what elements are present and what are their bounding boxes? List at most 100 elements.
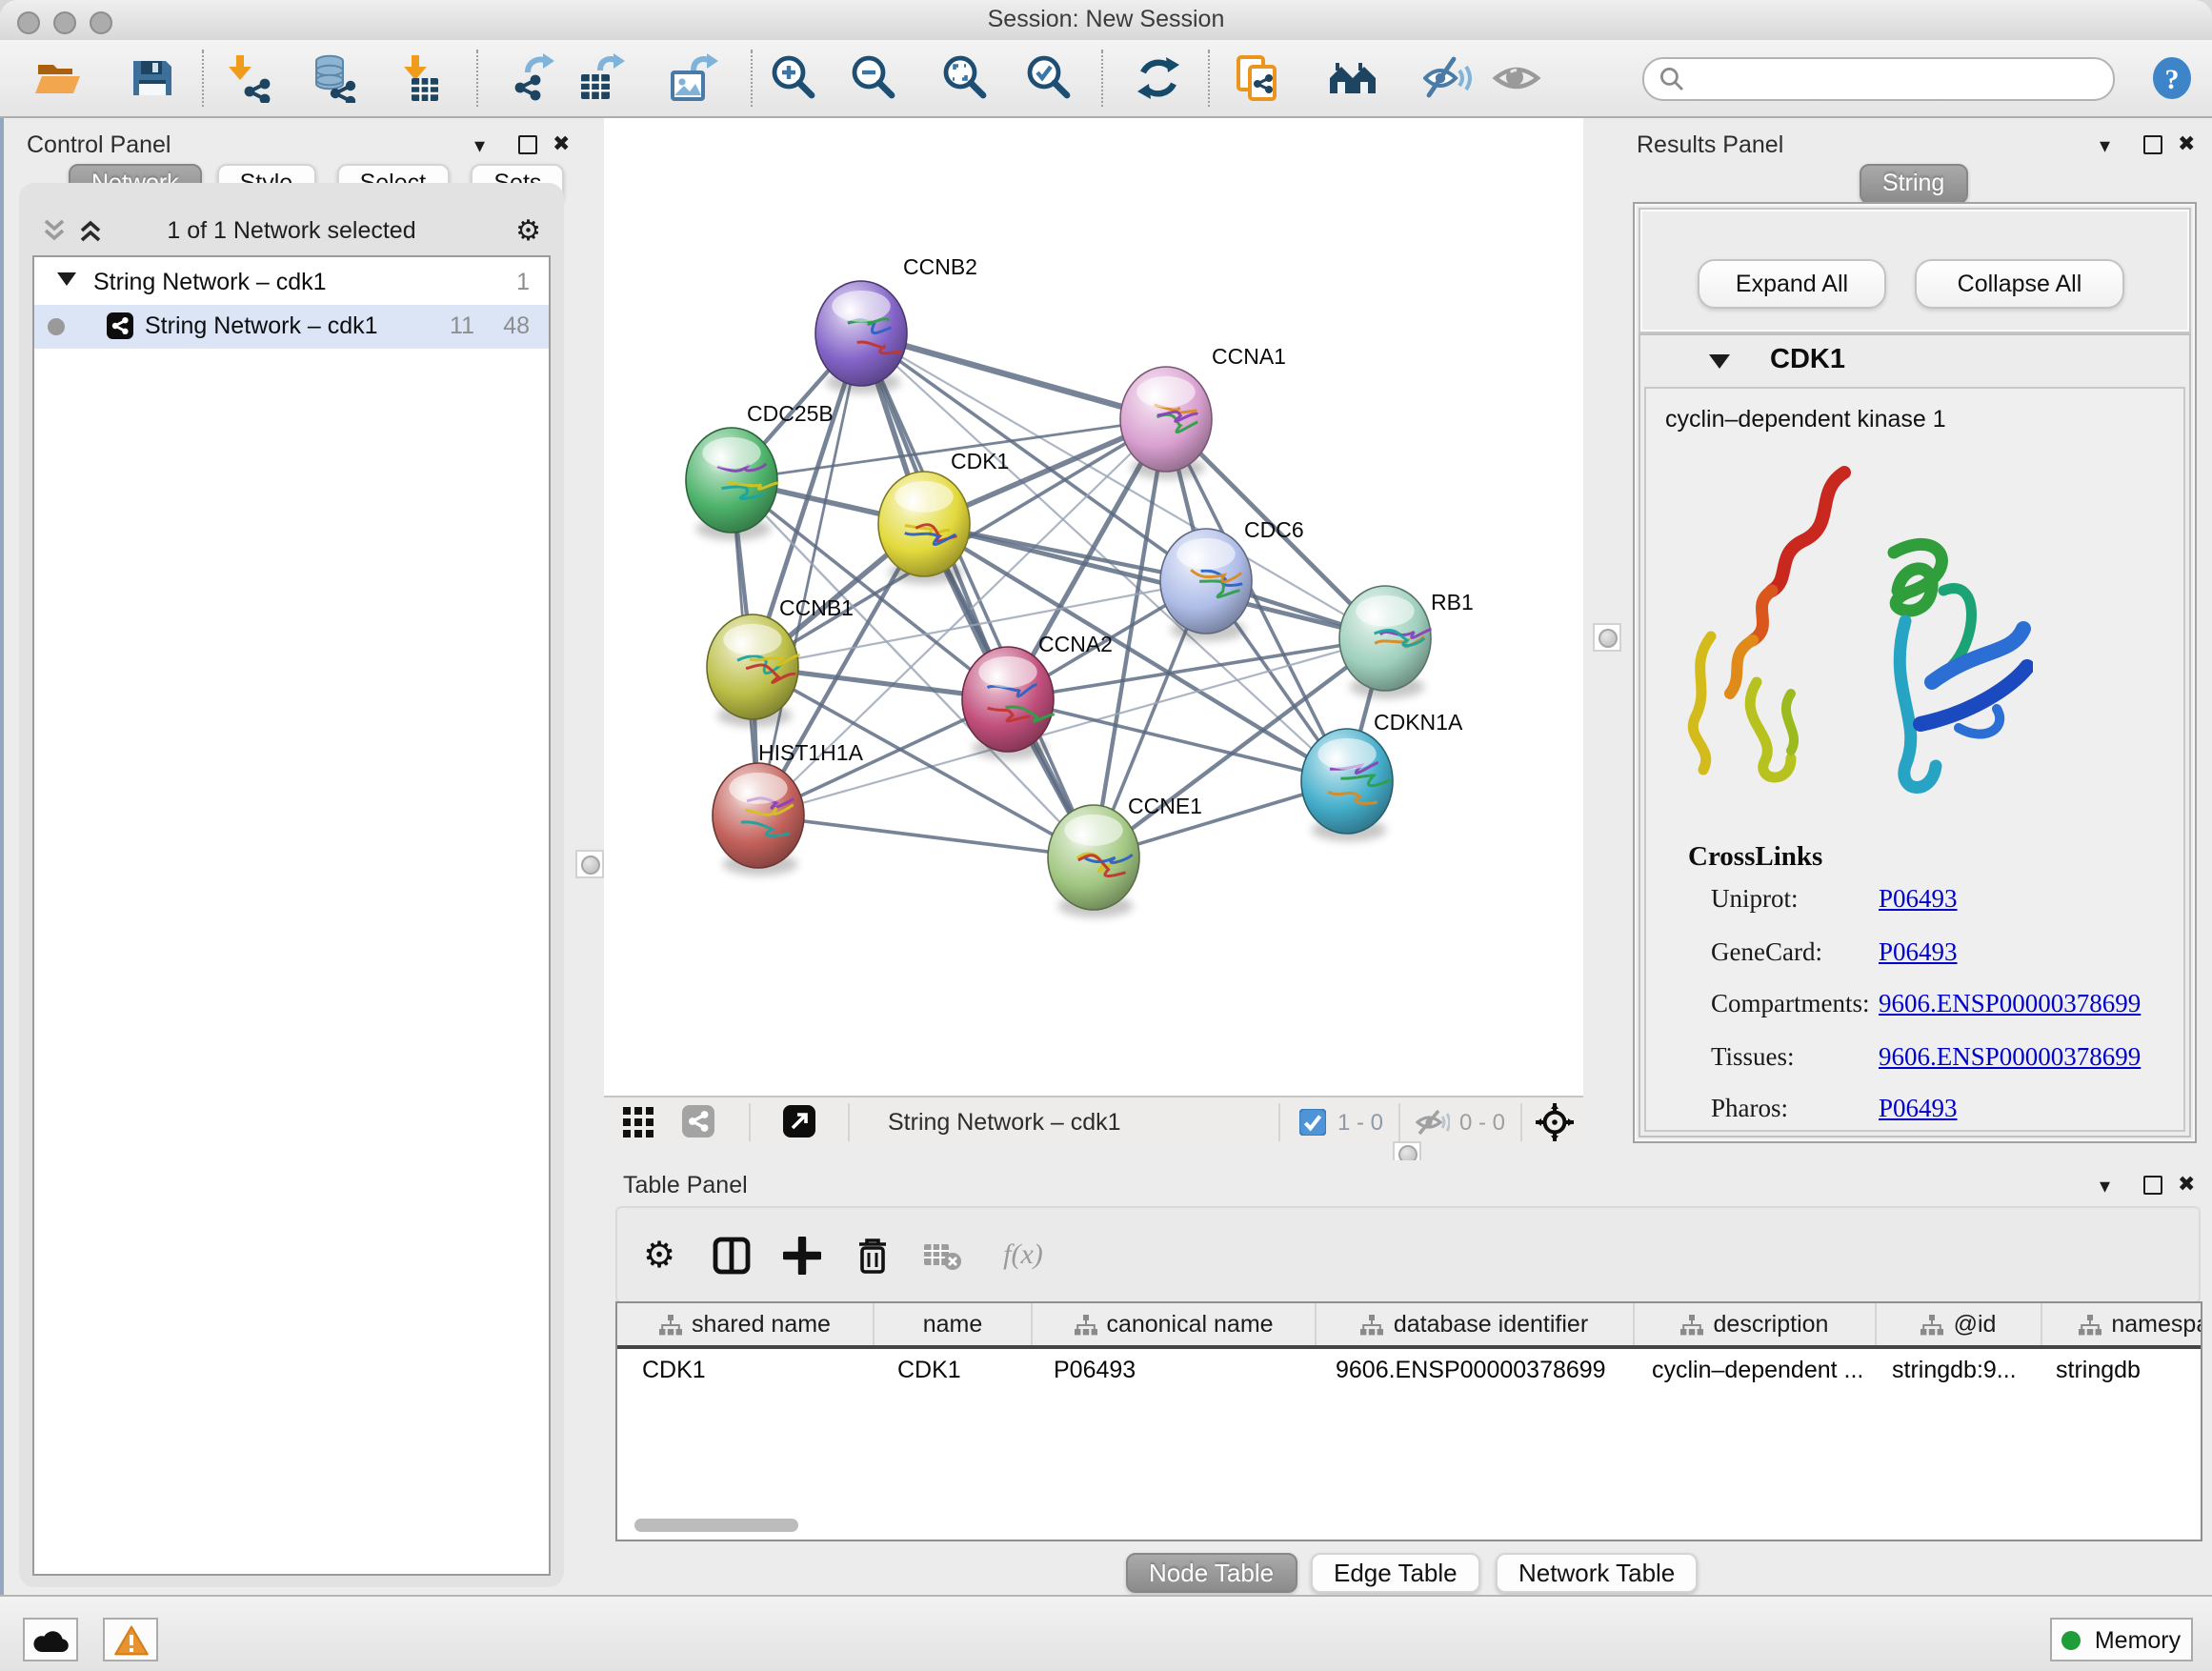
expand-all-button[interactable]: Expand All [1698,259,1886,309]
manual-layout-crosshair-icon[interactable] [1536,1103,1574,1141]
panel-float-icon[interactable] [2143,1176,2162,1195]
column-header-canonical-name[interactable]: canonical name [1033,1303,1317,1345]
node-label-HIST1H1A: HIST1H1A [758,740,864,765]
warning-button[interactable] [103,1618,158,1661]
network-node-CCNB2[interactable] [815,281,907,393]
memory-button[interactable]: Memory [2050,1618,2193,1661]
tab-string[interactable]: String [1860,164,1967,204]
column-header-namespace[interactable]: namespace [2042,1303,2202,1345]
network-canvas[interactable]: CCNB2CCNA1CDC25BCDK1CDC6RB1CCNB1CCNA2CDK… [604,118,1583,1096]
crosslink-link[interactable]: P06493 [1879,884,1958,915]
export-table-icon[interactable] [575,51,629,105]
selected-checkbox-icon[interactable] [1299,1109,1326,1136]
separator [749,1103,751,1141]
eye-icon[interactable] [1490,51,1543,105]
export-image-icon[interactable] [667,51,720,105]
crosslink-link[interactable]: 9606.ENSP00000378699 [1879,1041,2141,1072]
cloud-button[interactable] [23,1618,78,1661]
panel-float-icon[interactable] [518,135,537,154]
network-row-selected[interactable]: String Network – cdk1 11 48 [34,305,549,349]
network-collection-row[interactable]: String Network – cdk1 1 [34,261,549,305]
network-node-CDC6[interactable] [1160,529,1252,641]
network-node-CDKN1A[interactable] [1301,729,1393,841]
grid-view-icon[interactable] [623,1107,654,1137]
column-header--id[interactable]: @id [1877,1303,2042,1345]
tab-edge-table[interactable]: Edge Table [1311,1553,1480,1593]
cell-shared-name[interactable]: CDK1 [617,1349,873,1391]
cell-database-identifier[interactable]: 9606.ENSP00000378699 [1311,1349,1627,1391]
show-columns-icon[interactable] [707,1231,756,1280]
zoom-selected-icon[interactable] [1021,51,1075,105]
column-header-shared-name[interactable]: shared name [617,1303,875,1345]
first-neighbors-icon[interactable] [1326,51,1379,105]
column-header-database-identifier[interactable]: database identifier [1317,1303,1635,1345]
panel-menu-icon[interactable]: ▾ [2100,1174,2110,1198]
network-node-CCNA2[interactable] [962,647,1055,759]
save-session-icon[interactable] [126,51,179,105]
delete-table-icon[interactable] [918,1231,968,1280]
network-options-gear-icon[interactable]: ⚙ [515,213,541,248]
import-table-file-icon[interactable] [392,51,446,105]
collapse-triangle-icon[interactable] [1709,352,1730,370]
collection-count: 1 [516,269,530,295]
column-tree-icon [1921,1314,1944,1335]
add-column-icon[interactable] [777,1231,827,1280]
panel-menu-icon[interactable]: ▾ [474,133,485,158]
network-node-CCNA1[interactable] [1120,367,1212,479]
network-node-RB1[interactable] [1339,586,1432,698]
control-panel: Control Panel ▾ ✖ NetworkStyleSelectSets… [11,118,572,1595]
network-node-CDK1[interactable] [878,472,970,584]
new-network-from-selection-icon[interactable] [1231,51,1284,105]
crosslink-link[interactable]: P06493 [1879,1094,1958,1124]
zoom-fit-icon[interactable] [937,51,991,105]
panel-close-icon[interactable]: ✖ [553,131,570,156]
network-node-HIST1H1A[interactable] [713,763,804,876]
left-splitter-handle[interactable] [575,850,604,878]
toolbar-separator [1208,50,1210,107]
network-node-CCNE1[interactable] [1048,805,1139,917]
zoom-in-icon[interactable] [766,51,819,105]
hidden-count-badge: 0 - 0 [1459,1097,1505,1147]
crosslink-row: GeneCard:P06493 [1646,936,2183,988]
help-icon[interactable]: ? [2145,51,2199,105]
function-builder-icon[interactable]: f(x) [991,1231,1056,1280]
import-network-file-icon[interactable] [225,51,278,105]
cell-name[interactable]: CDK1 [873,1349,1029,1391]
panel-float-icon[interactable] [2143,135,2162,154]
detach-view-icon[interactable] [783,1105,815,1137]
table-row[interactable]: CDK1CDK1P064939606.ENSP00000378699cyclin… [617,1349,2201,1391]
network-node-CCNB1[interactable] [707,614,800,727]
table-settings-gear-icon[interactable]: ⚙ [634,1231,684,1280]
right-splitter-handle[interactable] [1593,623,1621,652]
tab-network-table[interactable]: Network Table [1496,1553,1698,1593]
zoom-out-icon[interactable] [846,51,899,105]
horizontal-scrollbar[interactable] [634,1519,798,1532]
export-network-icon[interactable] [507,51,560,105]
panel-menu-icon[interactable]: ▾ [2100,133,2110,158]
show-hide-graphics-details-icon[interactable] [1421,51,1475,105]
collapse-triangle-icon[interactable] [57,271,76,288]
hidden-eye-icon[interactable] [1416,1107,1450,1137]
delete-column-icon[interactable] [848,1231,897,1280]
crosslink-link[interactable]: P06493 [1879,936,1958,967]
cell--id[interactable]: stringdb:9... [1867,1349,2031,1391]
cell-description[interactable]: cyclin–dependent ... [1627,1349,1867,1391]
cell-namespace[interactable]: stringdb [2031,1349,2202,1391]
search-input[interactable] [1642,57,2115,101]
network-node-CDC25B[interactable] [686,428,778,540]
cell-canonical-name[interactable]: P06493 [1029,1349,1311,1391]
import-network-database-icon[interactable] [309,51,362,105]
open-file-icon[interactable] [30,51,84,105]
crosslink-link[interactable]: 9606.ENSP00000378699 [1879,989,2141,1019]
column-tree-icon [1074,1314,1096,1335]
panel-close-icon[interactable]: ✖ [2178,131,2195,156]
column-header-name[interactable]: name [875,1303,1033,1345]
column-header-description[interactable]: description [1635,1303,1877,1345]
node-table[interactable]: shared namenamecanonical namedatabase id… [615,1301,2202,1541]
tab-node-table[interactable]: Node Table [1126,1553,1297,1593]
node-result-header[interactable]: CDK1 [1640,335,2189,387]
panel-close-icon[interactable]: ✖ [2178,1172,2195,1197]
network-view-icon[interactable] [682,1105,714,1137]
apply-layout-icon[interactable] [1132,51,1185,105]
collapse-all-button[interactable]: Collapse All [1915,259,2124,309]
